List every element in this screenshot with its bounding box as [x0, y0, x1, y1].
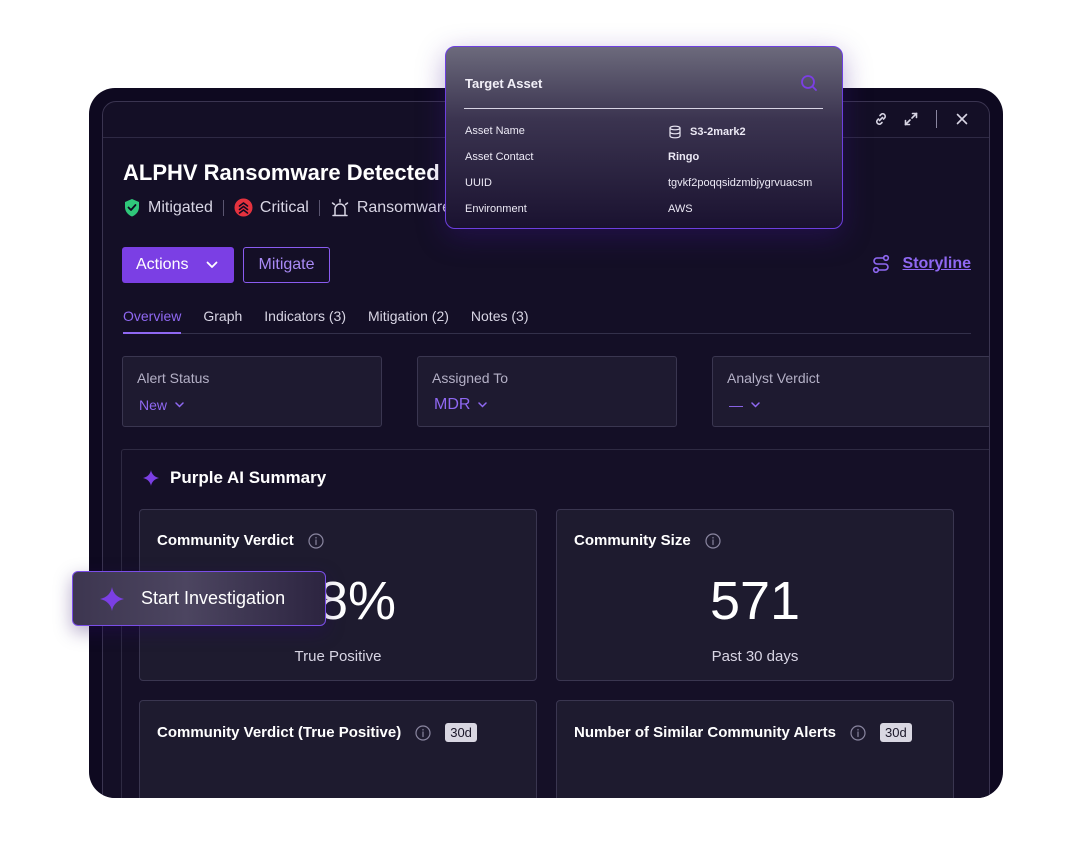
info-icon[interactable] — [415, 724, 431, 741]
storyline-label: Storyline — [902, 255, 971, 272]
assigned-to-value: MDR — [434, 396, 471, 413]
row-key: Environment — [465, 203, 527, 215]
environment-row: Environment AWS — [465, 203, 823, 219]
analyst-verdict-label: Analyst Verdict — [727, 370, 820, 386]
period-badge: 30d — [445, 723, 477, 742]
alert-status-field: Alert Status New — [122, 356, 382, 427]
asset-contact-row: Asset Contact Ringo — [465, 151, 823, 167]
sparkle-icon — [143, 470, 159, 486]
tab-overview[interactable]: Overview — [123, 308, 182, 334]
alert-title: ALPHV Ransomware Detected — [123, 160, 440, 185]
analyst-verdict-value: — — [729, 397, 743, 413]
assigned-to-field: Assigned To MDR — [417, 356, 677, 427]
row-key: UUID — [465, 177, 492, 189]
status-badge: Mitigated — [123, 198, 213, 217]
alert-status-value: New — [139, 397, 168, 413]
storyline-link[interactable]: Storyline — [871, 254, 971, 274]
popup-body: Target Asset Asset Name S3-2mark2 Asset … — [456, 57, 832, 220]
community-size-sub: Past 30 days — [711, 648, 799, 665]
storyline-icon — [872, 254, 889, 274]
actions-button[interactable]: Actions — [122, 247, 234, 283]
summary-title-text: Purple AI Summary — [170, 468, 327, 487]
chevron-down-icon — [207, 261, 218, 268]
close-icon[interactable] — [953, 110, 971, 128]
chevron-down-icon — [175, 402, 184, 408]
row-key: Asset Contact — [465, 151, 534, 163]
community-size-card: Community Size 571 Past 30 days — [556, 509, 954, 681]
info-icon[interactable] — [850, 724, 866, 741]
shield-check-icon — [125, 199, 139, 217]
assigned-to-dropdown[interactable]: MDR — [434, 396, 488, 414]
status-label: Mitigated — [148, 198, 213, 216]
alarm-light-icon — [331, 198, 349, 217]
window-controls — [872, 110, 971, 128]
row-value: S3-2mark2 — [668, 125, 746, 139]
alert-status-dropdown[interactable]: New — [139, 397, 184, 413]
tab-graph[interactable]: Graph — [203, 308, 242, 333]
actions-label: Actions — [136, 256, 189, 273]
card-title: Community Size — [574, 532, 691, 549]
uuid-row: UUID tgvkf2poqqsidzmbjygrvuacsm — [465, 177, 823, 193]
info-icon[interactable] — [705, 532, 721, 549]
card-title: Community Verdict — [157, 532, 294, 549]
critical-severity-icon — [234, 198, 253, 217]
card-header: Community Verdict (True Positive) 30d — [157, 723, 477, 742]
row-value: AWS — [668, 203, 693, 215]
card-header: Community Size — [574, 532, 721, 549]
category-label: Ransomware — [356, 198, 452, 216]
chevron-down-icon — [751, 402, 760, 408]
assigned-to-label: Assigned To — [432, 370, 509, 386]
alert-status-label: Alert Status — [137, 370, 210, 386]
analyst-verdict-dropdown[interactable]: — — [729, 397, 760, 413]
badge-divider — [222, 199, 224, 216]
alert-badges: Mitigated Critical Ransomware — [123, 198, 451, 217]
category-badge: Ransomware — [330, 198, 451, 217]
asset-name-row: Asset Name S3-2mark2 — [465, 125, 823, 141]
summary-title: Purple AI Summary — [142, 468, 326, 488]
chevron-down-icon — [478, 402, 488, 408]
card-title: Number of Similar Community Alerts — [574, 724, 836, 741]
alert-tabs: Overview Graph Indicators (3) Mitigation… — [123, 308, 971, 334]
tab-notes[interactable]: Notes (3) — [471, 308, 529, 333]
severity-badge: Critical — [234, 198, 309, 217]
card-header: Number of Similar Community Alerts 30d — [574, 723, 912, 742]
link-icon[interactable] — [872, 110, 890, 128]
community-verdict-tp-card: Community Verdict (True Positive) 30d — [139, 700, 537, 798]
tab-mitigation[interactable]: Mitigation (2) — [368, 308, 449, 333]
mitigate-button[interactable]: Mitigate — [243, 247, 330, 283]
start-investigation-label: Start Investigation — [141, 588, 286, 608]
popup-title: Target Asset — [465, 76, 543, 91]
similar-alerts-card: Number of Similar Community Alerts 30d — [556, 700, 954, 798]
card-title: Community Verdict (True Positive) — [157, 724, 402, 741]
controls-divider — [936, 110, 937, 128]
asset-name-value: S3-2mark2 — [690, 126, 746, 138]
tab-indicators[interactable]: Indicators (3) — [264, 308, 346, 333]
expand-icon[interactable] — [902, 110, 920, 128]
row-value: Ringo — [668, 151, 700, 163]
period-badge: 30d — [880, 723, 912, 742]
community-size-value: 571 — [709, 571, 801, 631]
card-header: Community Verdict — [157, 532, 324, 549]
row-key: Asset Name — [465, 125, 525, 137]
database-icon — [669, 125, 681, 139]
analyst-verdict-field: Analyst Verdict — — [712, 356, 989, 427]
target-asset-popup: Target Asset Asset Name S3-2mark2 Asset … — [445, 46, 843, 229]
row-value: tgvkf2poqqsidzmbjygrvuacsm — [668, 177, 813, 189]
popup-divider — [464, 108, 823, 109]
badge-divider — [318, 199, 320, 216]
start-investigation-button[interactable]: Start Investigation — [72, 571, 326, 626]
search-icon[interactable] — [800, 74, 818, 97]
info-icon[interactable] — [308, 532, 324, 549]
severity-label: Critical — [259, 198, 309, 216]
community-verdict-sub: True Positive — [294, 648, 382, 665]
sparkle-icon — [100, 586, 124, 611]
